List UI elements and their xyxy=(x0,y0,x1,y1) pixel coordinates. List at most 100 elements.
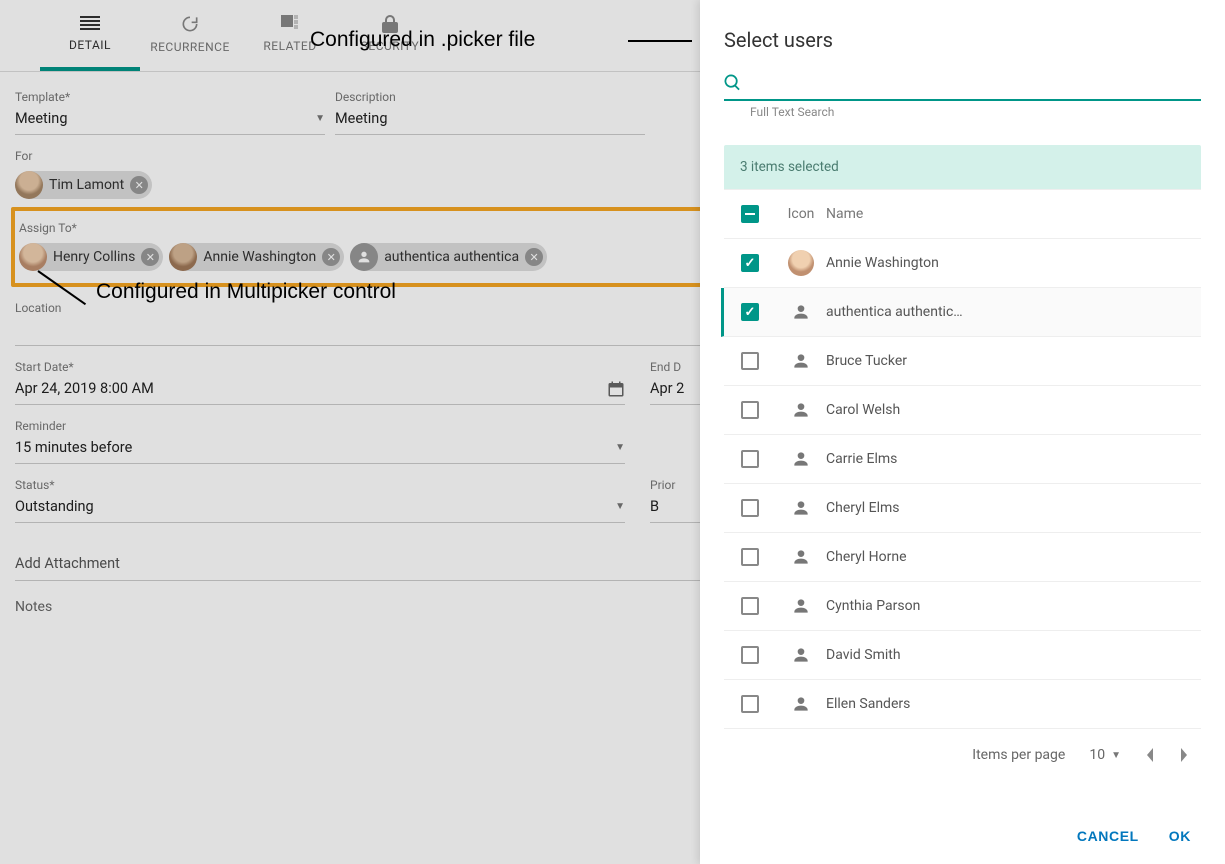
tab-recurrence[interactable]: RECURRENCE xyxy=(140,0,240,71)
description-label: Description xyxy=(335,90,645,104)
template-label: Template* xyxy=(15,90,325,104)
ok-button[interactable]: OK xyxy=(1169,828,1191,844)
detail-icon xyxy=(80,16,100,32)
status-label: Status* xyxy=(15,478,625,492)
user-checkbox[interactable] xyxy=(741,695,759,713)
recurrence-icon xyxy=(180,14,200,34)
annotation-multipicker: Configured in Multipicker control xyxy=(96,280,396,304)
tab-detail-label: DETAIL xyxy=(69,38,111,52)
reminder-label: Reminder xyxy=(15,419,625,433)
user-checkbox[interactable] xyxy=(741,254,759,272)
chevron-down-icon: ▼ xyxy=(615,437,625,459)
user-name: authentica authentic… xyxy=(826,304,1201,320)
user-checkbox[interactable] xyxy=(741,499,759,517)
user-name: Cheryl Elms xyxy=(826,500,1201,516)
user-name: Annie Washington xyxy=(826,255,1201,271)
chip-label: Henry Collins xyxy=(53,249,135,265)
user-row[interactable]: Cheryl Horne xyxy=(724,533,1201,582)
close-icon[interactable]: ✕ xyxy=(141,248,159,266)
user-name: Bruce Tucker xyxy=(826,353,1201,369)
end-date-value: Apr 2 xyxy=(650,378,684,400)
assign-chip[interactable]: authentica authentica ✕ xyxy=(350,243,547,271)
user-row[interactable]: David Smith xyxy=(724,631,1201,680)
status-field[interactable]: Status* Outstanding ▼ xyxy=(15,472,625,523)
user-row[interactable]: Ellen Sanders xyxy=(724,680,1201,729)
user-checkbox[interactable] xyxy=(741,548,759,566)
reminder-value: 15 minutes before xyxy=(15,437,132,459)
user-row[interactable]: Carol Welsh xyxy=(724,386,1201,435)
pager: Items per page 10 ▼ xyxy=(700,729,1225,763)
prev-page-icon[interactable] xyxy=(1145,748,1155,762)
tab-detail[interactable]: DETAIL xyxy=(40,0,140,71)
user-checkbox[interactable] xyxy=(741,450,759,468)
chevron-down-icon: ▼ xyxy=(1111,750,1121,761)
person-icon xyxy=(791,645,811,665)
close-icon[interactable]: ✕ xyxy=(525,248,543,266)
user-name: David Smith xyxy=(826,647,1201,663)
close-icon[interactable]: ✕ xyxy=(322,248,340,266)
person-icon xyxy=(791,547,811,567)
user-row[interactable]: Carrie Elms xyxy=(724,435,1201,484)
select-users-panel: Select users Full Text Search 3 items se… xyxy=(700,0,1225,864)
person-icon xyxy=(350,243,378,271)
list-header: Icon Name xyxy=(724,190,1201,239)
chip-label: Tim Lamont xyxy=(49,177,124,193)
search-field[interactable] xyxy=(724,70,1201,101)
user-row[interactable]: Cynthia Parson xyxy=(724,582,1201,631)
items-per-page-select[interactable]: 10 ▼ xyxy=(1089,747,1121,763)
header-icon: Icon xyxy=(776,206,826,222)
user-list: Icon Name Annie Washington authentica aut… xyxy=(724,189,1201,729)
person-icon xyxy=(791,449,811,469)
person-icon xyxy=(791,302,811,322)
description-value: Meeting xyxy=(335,108,387,130)
user-row[interactable]: Annie Washington xyxy=(724,239,1201,288)
items-per-page-value: 10 xyxy=(1089,747,1105,763)
chevron-down-icon: ▼ xyxy=(615,496,625,518)
person-icon xyxy=(791,351,811,371)
person-icon xyxy=(791,694,811,714)
status-value: Outstanding xyxy=(15,496,94,518)
next-page-icon[interactable] xyxy=(1179,748,1189,762)
end-date-label: End D xyxy=(650,360,700,374)
priority-field[interactable]: Prior B xyxy=(650,472,700,523)
for-chip[interactable]: Tim Lamont ✕ xyxy=(15,171,152,199)
user-name: Carol Welsh xyxy=(826,402,1201,418)
search-icon xyxy=(724,74,741,91)
template-value: Meeting xyxy=(15,108,67,130)
items-per-page-label: Items per page xyxy=(972,747,1065,763)
description-field[interactable]: Description Meeting xyxy=(335,84,645,135)
user-checkbox[interactable] xyxy=(741,352,759,370)
select-all-checkbox[interactable] xyxy=(741,205,759,223)
assign-chip[interactable]: Henry Collins ✕ xyxy=(19,243,163,271)
end-date-field[interactable]: End D Apr 2 xyxy=(650,354,700,405)
selected-count-banner: 3 items selected xyxy=(724,145,1201,189)
calendar-icon[interactable] xyxy=(607,380,625,398)
picker-title: Select users xyxy=(700,0,1225,70)
user-row[interactable]: Cheryl Elms xyxy=(724,484,1201,533)
search-hint: Full Text Search xyxy=(724,105,1201,119)
start-date-field[interactable]: Start Date* Apr 24, 2019 8:00 AM xyxy=(15,354,625,405)
assign-chip[interactable]: Annie Washington ✕ xyxy=(169,243,344,271)
reminder-field[interactable]: Reminder 15 minutes before ▼ xyxy=(15,413,625,464)
search-input[interactable] xyxy=(741,70,1201,95)
user-checkbox[interactable] xyxy=(741,597,759,615)
user-row[interactable]: Bruce Tucker xyxy=(724,337,1201,386)
person-icon xyxy=(791,498,811,518)
annotation-line xyxy=(628,40,692,42)
tab-recurrence-label: RECURRENCE xyxy=(150,40,230,54)
avatar xyxy=(15,171,43,199)
annotation-picker-file: Configured in .picker file xyxy=(310,28,535,52)
related-icon xyxy=(281,15,299,33)
person-icon xyxy=(791,596,811,616)
close-icon[interactable]: ✕ xyxy=(130,176,148,194)
user-checkbox[interactable] xyxy=(741,646,759,664)
user-checkbox[interactable] xyxy=(741,401,759,419)
user-name: Cheryl Horne xyxy=(826,549,1201,565)
user-checkbox[interactable] xyxy=(741,303,759,321)
start-date-label: Start Date* xyxy=(15,360,625,374)
cancel-button[interactable]: CANCEL xyxy=(1077,828,1139,844)
template-field[interactable]: Template* Meeting▼ xyxy=(15,84,325,135)
user-name: Carrie Elms xyxy=(826,451,1201,467)
priority-value: B xyxy=(650,496,659,518)
user-row[interactable]: authentica authentic… xyxy=(721,288,1201,337)
